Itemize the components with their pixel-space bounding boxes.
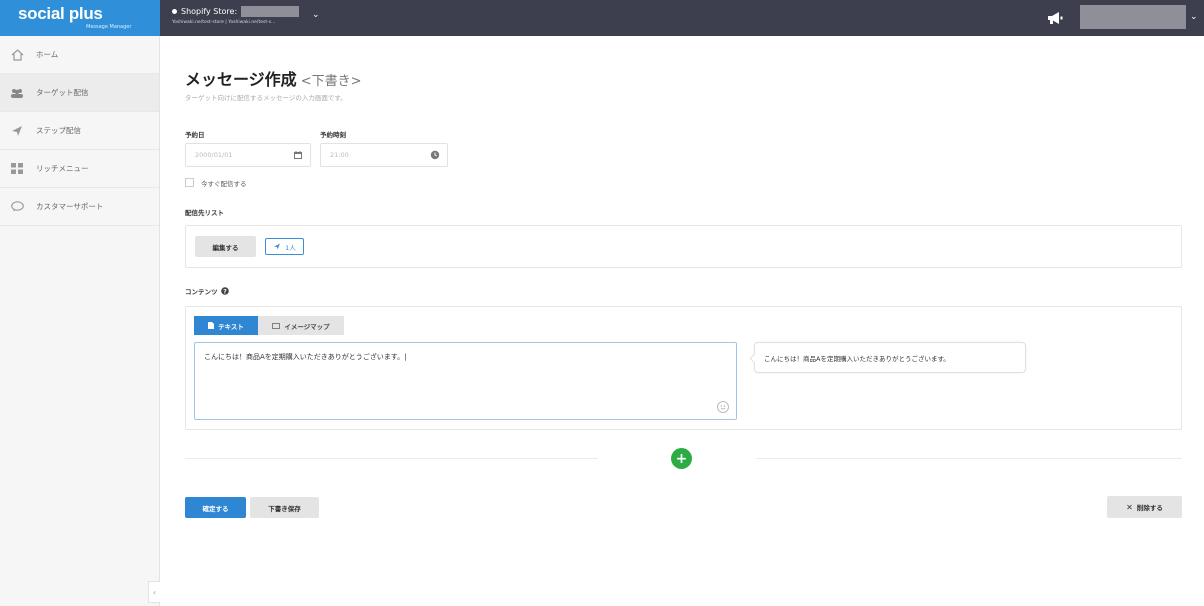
chevron-left-icon: ‹: [152, 587, 157, 597]
message-text: こんにちは！商品Aを定期購入いただきありがとうございます。|: [204, 353, 407, 361]
sidebar-item-rich-menu[interactable]: リッチメニュー: [0, 150, 159, 188]
content-label: コンテンツ ?: [185, 286, 229, 296]
tab-text[interactable]: テキスト: [194, 316, 258, 335]
page-title: メッセージ作成 <下書き>: [185, 66, 361, 90]
sidebar-item-target-delivery[interactable]: ターゲット配信: [0, 74, 159, 112]
message-preview-bubble: こんにちは！商品Aを定期購入いただきありがとうございます。: [749, 342, 1026, 373]
page-description: ターゲット向けに配信するメッセージの入力画面です。: [185, 94, 347, 102]
send-now-checkbox[interactable]: [185, 178, 194, 187]
store-name-redacted: [241, 5, 300, 17]
recipient-list-label: 配信先リスト: [185, 209, 224, 217]
sidebar-item-label: ステップ配信: [36, 126, 81, 135]
preview-text: こんにちは！商品Aを定期購入いただきありがとうございます。: [764, 354, 950, 363]
user-menu-redacted[interactable]: [1080, 5, 1186, 29]
date-label: 予約日: [185, 131, 205, 139]
time-label: 予約時刻: [320, 131, 346, 139]
document-icon: [208, 322, 215, 329]
grid-icon: [10, 163, 24, 175]
sidebar-item-label: ターゲット配信: [36, 88, 89, 97]
close-icon: ✕: [1126, 502, 1133, 512]
store-selector[interactable]: Shopify Store: Yoshiwaki.ne/test-store |…: [172, 5, 300, 25]
draft-status: <下書き>: [300, 74, 362, 89]
save-draft-button[interactable]: 下書き保存: [250, 497, 319, 518]
content-panel: テキスト イメージマップ こんにちは！商品Aを定期購入いただきありがとうございま…: [185, 306, 1182, 430]
divider-left: [185, 458, 598, 459]
confirm-button[interactable]: 確定する: [185, 497, 246, 518]
recipient-list-panel: 編集する 1人: [185, 225, 1182, 268]
svg-text:?: ?: [223, 288, 227, 295]
tab-text-label: テキスト: [218, 322, 244, 331]
calendar-icon[interactable]: [293, 150, 303, 160]
time-placeholder: 21:00: [330, 151, 349, 159]
recipient-count: 1人: [285, 243, 296, 252]
date-input[interactable]: 2000/01/01: [185, 143, 311, 167]
date-placeholder: 2000/01/01: [195, 151, 233, 159]
help-icon[interactable]: ?: [220, 287, 229, 295]
page-title-text: メッセージ作成: [185, 70, 297, 89]
store-url: Yoshiwaki.ne/test-store | Yoshiwaki.ne/t…: [172, 20, 276, 25]
sidebar-item-label: ホーム: [36, 50, 59, 59]
sidebar-item-step-delivery[interactable]: ステップ配信: [0, 112, 159, 150]
tab-imagemap-label: イメージマップ: [284, 322, 330, 331]
divider-right: [756, 458, 1182, 459]
megaphone-icon[interactable]: [1046, 10, 1064, 26]
sidebar-item-customer-support[interactable]: カスタマーサポート: [0, 188, 159, 226]
chevron-down-icon[interactable]: ⌄: [1190, 12, 1198, 22]
sidebar-item-label: カスタマーサポート: [36, 202, 104, 211]
sidebar-item-label: リッチメニュー: [36, 164, 89, 173]
top-bar: social plus Message Manager Shopify Stor…: [0, 0, 1204, 36]
users-icon: [10, 87, 24, 99]
recipient-count-tag[interactable]: 1人: [265, 238, 304, 255]
sidebar-item-home[interactable]: ホーム: [0, 36, 159, 74]
add-content-button[interactable]: +: [671, 448, 692, 469]
sidebar-collapse-button[interactable]: ‹: [148, 581, 160, 603]
store-status-icon: [172, 8, 177, 14]
logo-text: social plus: [18, 4, 103, 23]
chat-bubble-icon: [10, 201, 24, 213]
logo-subtitle: Message Manager: [86, 24, 132, 30]
emoji-icon[interactable]: [717, 401, 729, 413]
logo[interactable]: social plus Message Manager: [0, 0, 160, 36]
delete-label: 削除する: [1136, 504, 1163, 512]
chevron-down-icon[interactable]: ⌄: [312, 10, 320, 20]
sidebar: ホーム ターゲット配信 ステップ配信 リッチメニュー カスタマーサポート ‹: [0, 36, 160, 606]
send-now-label: 今すぐ配信する: [201, 180, 247, 188]
message-textarea[interactable]: こんにちは！商品Aを定期購入いただきありがとうございます。|: [194, 342, 737, 420]
home-icon: [10, 48, 24, 61]
clock-icon[interactable]: [430, 150, 440, 160]
tab-imagemap[interactable]: イメージマップ: [258, 316, 344, 335]
edit-recipients-button[interactable]: 編集する: [195, 236, 256, 257]
image-icon: [272, 322, 281, 329]
paper-plane-icon: [274, 243, 281, 250]
paper-plane-icon: [10, 125, 24, 137]
content-label-text: コンテンツ: [185, 288, 218, 296]
bubble-tail: [749, 353, 760, 364]
store-label: Shopify Store:: [181, 6, 238, 16]
plus-icon: +: [675, 450, 688, 467]
delete-button[interactable]: ✕ 削除する: [1107, 496, 1182, 518]
main-content: メッセージ作成 <下書き> ターゲット向けに配信するメッセージの入力画面です。 予…: [160, 36, 1204, 606]
time-input[interactable]: 21:00: [320, 143, 448, 167]
